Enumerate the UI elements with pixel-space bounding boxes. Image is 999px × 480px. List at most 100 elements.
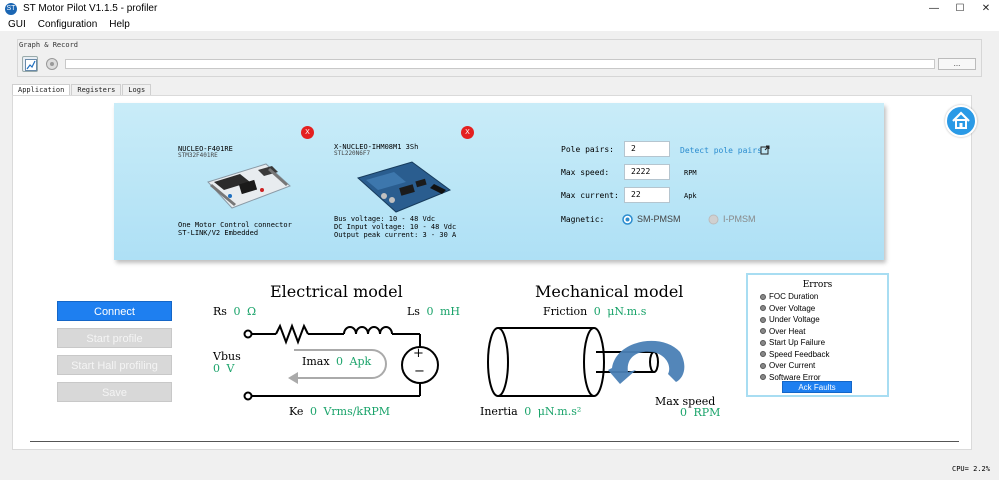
- max-current-input[interactable]: 22: [624, 187, 670, 203]
- cpu-status: CPU= 2.2%: [952, 465, 990, 473]
- i-pmsm-radio[interactable]: [708, 214, 719, 225]
- control-board-desc-1: One Motor Control connector: [178, 221, 292, 229]
- error-item: Over Heat: [760, 326, 830, 338]
- magnetic-label: Magnetic:: [561, 215, 605, 224]
- error-item: Start Up Failure: [760, 337, 830, 349]
- start-hall-profiling-button[interactable]: Start Hall profiling: [57, 355, 172, 375]
- power-board-output-peak: Output peak current: 3 - 30 A: [334, 231, 457, 239]
- app-window: ST ST Motor Pilot V1.1.5 - profiler — ☐ …: [0, 0, 999, 480]
- ack-faults-button[interactable]: Ack Faults: [782, 381, 852, 393]
- error-item: FOC Duration: [760, 291, 830, 303]
- record-path-input[interactable]: [65, 59, 935, 69]
- vbus-value: 0: [213, 362, 220, 375]
- max-current-label: Max current:: [561, 191, 619, 200]
- start-profile-button[interactable]: Start profile: [57, 328, 172, 348]
- menu-gui[interactable]: GUI: [8, 19, 26, 30]
- friction-unit: μN.m.s: [607, 305, 647, 318]
- max-speed-readout: 0 RPM: [680, 406, 720, 419]
- graph-button[interactable]: [22, 56, 38, 72]
- ke-readout: Ke 0 Vrms/kRPM: [289, 405, 390, 418]
- friction-label: Friction: [543, 305, 588, 318]
- inertia-label: Inertia: [480, 405, 518, 418]
- imax-value: 0: [336, 355, 344, 368]
- remove-control-board-button[interactable]: X: [301, 126, 314, 139]
- ls-label: Ls: [407, 305, 420, 318]
- error-led-icon: [760, 328, 766, 335]
- errors-panel: Errors FOC Duration Over Voltage Under V…: [746, 273, 889, 397]
- browse-button[interactable]: ...: [938, 58, 976, 70]
- power-board-part: STL220N6F7: [334, 150, 371, 157]
- motor-drum-diagram: [487, 327, 685, 397]
- menu-help[interactable]: Help: [109, 19, 130, 30]
- max-speed-unit: RPM: [684, 169, 697, 177]
- mechanical-model-title: Mechanical model: [535, 282, 684, 301]
- sm-pmsm-label[interactable]: SM-PMSM: [637, 214, 681, 224]
- graph-icon: [25, 59, 37, 71]
- max-speed-unit-readout: RPM: [693, 406, 721, 419]
- error-item: Under Voltage: [760, 314, 830, 326]
- app-icon: ST: [5, 2, 17, 15]
- menu-configuration[interactable]: Configuration: [38, 19, 97, 30]
- rs-unit: Ω: [246, 305, 257, 318]
- imax-readout: Imax 0 Apk: [302, 355, 371, 368]
- max-speed-label: Max speed:: [561, 168, 610, 177]
- electrical-model-title: Electrical model: [270, 282, 403, 301]
- control-board-mcu: STM32F401RE: [178, 152, 218, 159]
- power-board-dc-input: DC Input voltage: 10 - 48 Vdc: [334, 223, 457, 231]
- rs-label: Rs: [213, 305, 227, 318]
- power-board-image: [356, 161, 452, 213]
- nucleo-board-image: [207, 163, 291, 209]
- record-button[interactable]: [46, 58, 58, 70]
- control-board-desc-2: ST-LINK/V2 Embedded: [178, 229, 259, 237]
- ke-label: Ke: [289, 405, 304, 418]
- external-link-icon[interactable]: [760, 145, 770, 155]
- ls-unit: mH: [439, 305, 460, 318]
- inertia-value: 0: [524, 405, 532, 418]
- vbus-unit: V: [226, 362, 235, 375]
- voltage-source-plus: +: [413, 346, 424, 361]
- pole-pairs-input[interactable]: 2: [624, 141, 670, 157]
- inertia-unit: μN.m.s²: [537, 405, 582, 418]
- error-led-icon: [760, 362, 766, 369]
- error-item: Speed Feedback: [760, 349, 830, 361]
- imax-label: Imax: [302, 355, 330, 368]
- max-speed-input[interactable]: 2222: [624, 164, 670, 180]
- max-speed-value: 0: [680, 406, 687, 419]
- i-pmsm-label[interactable]: I-PMSM: [723, 214, 756, 224]
- friction-readout: Friction 0 μN.m.s: [543, 305, 646, 318]
- imax-unit: Apk: [349, 355, 372, 368]
- max-current-unit: Apk: [684, 192, 697, 200]
- inertia-readout: Inertia 0 μN.m.s²: [480, 405, 581, 418]
- minimize-button[interactable]: —: [921, 0, 947, 17]
- detect-pole-pairs-link[interactable]: Detect pole pairs: [680, 146, 762, 155]
- maximize-button[interactable]: ☐: [947, 0, 973, 17]
- remove-power-board-button[interactable]: X: [461, 126, 474, 139]
- rs-readout: Rs 0 Ω: [213, 305, 256, 318]
- error-led-icon: [760, 339, 766, 346]
- menu-bar: GUI Configuration Help: [0, 17, 999, 31]
- ke-value: 0: [309, 405, 317, 418]
- bottom-divider: [30, 441, 959, 442]
- connect-button[interactable]: Connect: [57, 301, 172, 321]
- friction-value: 0: [593, 305, 601, 318]
- error-item: Over Voltage: [760, 303, 830, 315]
- window-controls: — ☐ ✕: [921, 0, 999, 17]
- pole-pairs-label: Pole pairs:: [561, 145, 614, 154]
- sm-pmsm-radio[interactable]: [622, 214, 633, 225]
- graph-record-label: Graph & Record: [19, 41, 79, 49]
- voltage-source-minus: −: [414, 364, 425, 379]
- error-led-icon: [760, 293, 766, 300]
- home-button[interactable]: [945, 105, 977, 137]
- errors-list: FOC Duration Over Voltage Under Voltage …: [760, 291, 830, 383]
- ls-readout: Ls 0 mH: [407, 305, 460, 318]
- close-button[interactable]: ✕: [973, 0, 999, 17]
- home-icon: [952, 111, 970, 129]
- error-item: Over Current: [760, 360, 830, 372]
- error-led-icon: [760, 316, 766, 323]
- title-bar: ST ST Motor Pilot V1.1.5 - profiler — ☐ …: [0, 0, 999, 17]
- ke-unit: Vrms/kRPM: [323, 405, 391, 418]
- save-button[interactable]: Save: [57, 382, 172, 402]
- error-led-icon: [760, 305, 766, 312]
- errors-title: Errors: [802, 280, 833, 290]
- rs-value: 0: [233, 305, 241, 318]
